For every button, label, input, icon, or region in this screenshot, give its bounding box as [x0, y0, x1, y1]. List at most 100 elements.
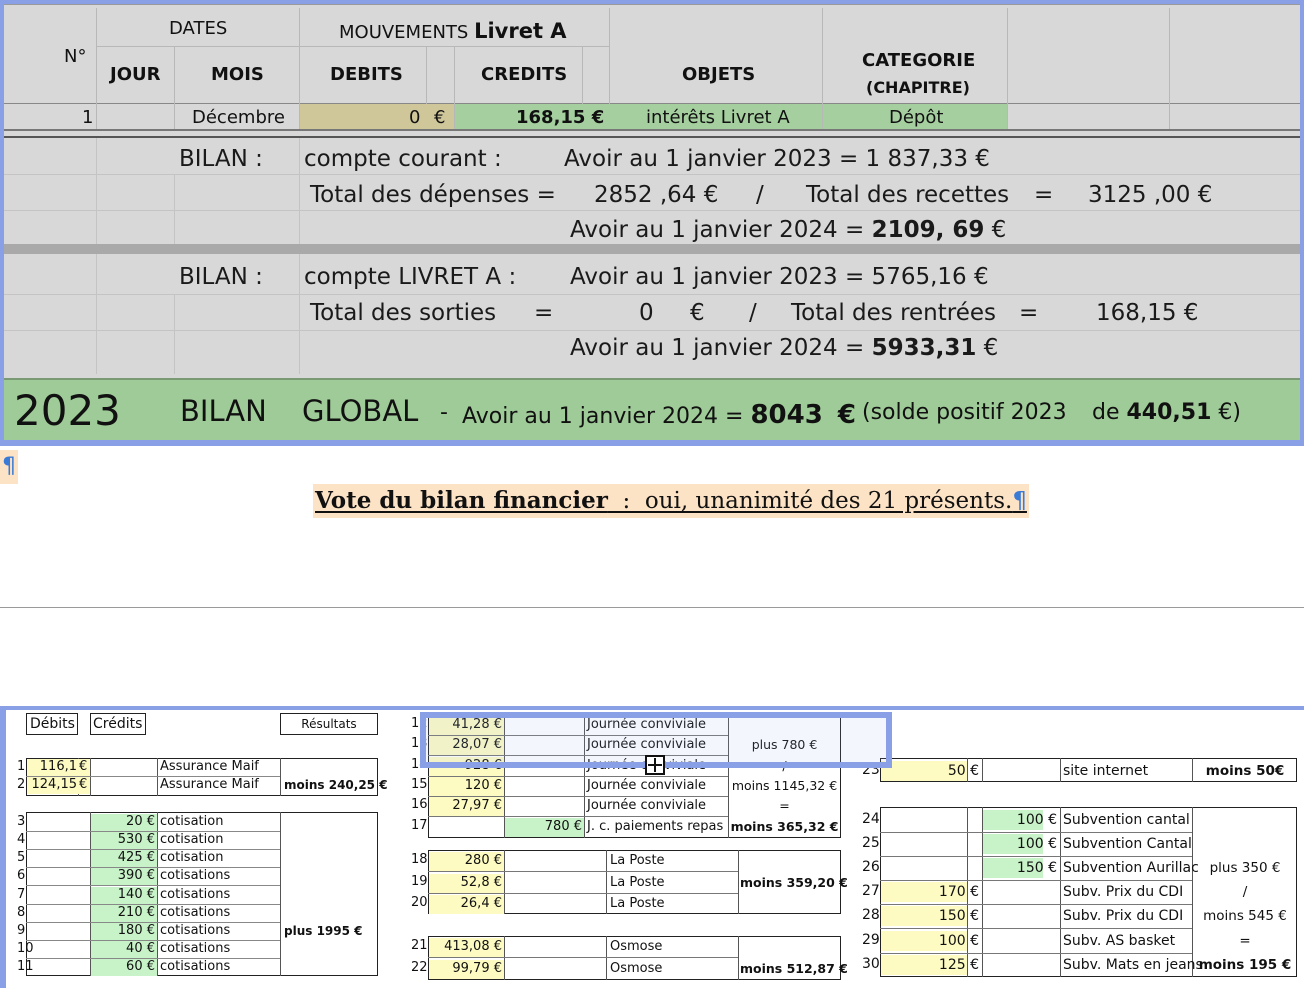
right-row-num: 28: [862, 907, 880, 923]
bilan-livret-label: BILAN :: [179, 264, 263, 290]
right-row-num: 26: [862, 859, 880, 875]
right-credit: 150 €: [1016, 860, 1057, 876]
left-debit: 116,1: [39, 759, 77, 774]
right-row-line: [880, 880, 1192, 881]
bilan-livret-sorties-value: 0: [639, 300, 654, 326]
debit-cell-bg: [300, 104, 454, 129]
spreadsheet-image-bilan: N° DATES MOUVEMENTS Livret A JOUR MOIS D…: [0, 0, 1304, 446]
middle-row-num: 19: [411, 874, 428, 889]
left-label: cotisation: [160, 814, 224, 829]
middle-label: La Poste: [610, 853, 665, 868]
middle-row-num: 21: [411, 938, 428, 953]
left-row-num: 5: [17, 850, 26, 865]
left-row-num: 2: [17, 777, 26, 792]
right-result: =: [1239, 933, 1251, 949]
middle-label: J. c. paiements repas: [587, 819, 724, 834]
left-result: moins 240,25 €: [284, 778, 388, 792]
left-credit: 530 €: [117, 832, 155, 847]
global-year: 2023: [14, 386, 121, 435]
left-row-num: 1: [17, 759, 26, 774]
right-row-num: 24: [862, 811, 880, 827]
bilan-global-band: 2023 BILAN GLOBAL - Avoir au 1 janvier 2…: [4, 378, 1300, 440]
row-categorie: Dépôt: [889, 107, 944, 128]
global-solde-de: de: [1092, 400, 1120, 425]
right-col-line: [982, 758, 983, 782]
right-result: moins 50€: [1205, 763, 1285, 779]
left-credit: 210 €: [117, 905, 155, 920]
bilan-courant-depenses-label: Total des dépenses =: [310, 182, 556, 208]
left-header-resultats: Résultats: [301, 717, 357, 731]
paragraph-mark: ¶: [0, 450, 18, 484]
header-mouvements: MOUVEMENTS Livret A: [339, 19, 567, 43]
middle-debit: 99,79 €: [452, 961, 502, 976]
right-credit: 100 €: [1016, 836, 1057, 852]
bilan-livret-slash: /: [749, 300, 757, 326]
left-col-line: [157, 812, 158, 976]
middle-label: Osmose: [610, 939, 663, 954]
bilan-livret-avoir-2024-prefix: Avoir au 1 janvier 2024 =: [570, 335, 865, 361]
global-avoir-prefix: Avoir au 1 janvier 2024 =: [462, 404, 744, 429]
middle-result: moins 365,32 €: [730, 819, 839, 834]
left-col-line: [157, 758, 158, 796]
right-row-num: 27: [862, 883, 880, 899]
bilan-courant-avoir-2024: Avoir au 1 janvier 2024 = 2109, 69 €: [570, 217, 1006, 243]
middle-result: moins 1145,32 €: [731, 778, 838, 793]
bilan-courant-recettes-value: 3125 ,00 €: [1088, 182, 1213, 208]
bilan-livret-rentrees-label: Total des rentrées: [791, 300, 997, 326]
bilan-courant-avoir-2024-prefix: Avoir au 1 janvier 2024 =: [570, 217, 865, 243]
global-avoir-value: 8043: [750, 400, 823, 430]
bilan-courant-recettes-label: Total des recettes: [806, 182, 1010, 208]
middle-debit: 27,97 €: [452, 798, 502, 813]
right-result: /: [1242, 884, 1248, 900]
middle-label: Journée conviviale: [587, 778, 707, 793]
left-credit: 60 €: [126, 959, 155, 974]
left-label: cotisation: [160, 832, 224, 847]
row-debit-currency: €: [434, 107, 446, 128]
middle-row-num: 22: [411, 960, 428, 975]
right-label: Subvention Cantal: [1063, 836, 1192, 852]
right-row-line: [880, 953, 1192, 954]
global-solde-prefix: (solde positif 2023: [862, 400, 1067, 425]
global-global: GLOBAL: [302, 394, 419, 428]
middle-row-num: 15: [411, 777, 428, 792]
header-jour: JOUR: [110, 64, 161, 85]
middle-label: La Poste: [610, 875, 665, 890]
left-col-line: [280, 812, 281, 976]
right-row-line: [880, 832, 1192, 833]
bilan-courant-slash: /: [756, 182, 764, 208]
row-num: 1: [82, 107, 94, 128]
global-avoir-cur: €: [837, 400, 856, 430]
left-row-num: 6: [17, 868, 26, 883]
global-solde: de 440,51 €): [1092, 400, 1241, 425]
left-credit: 390 €: [117, 868, 155, 883]
middle-col-line: [738, 850, 739, 914]
left-row-num: 4: [17, 832, 26, 847]
right-result: plus 350 €: [1209, 860, 1281, 876]
right-debit: 125 €: [938, 957, 979, 973]
left-label: cotisations: [160, 923, 231, 938]
middle-label: Journée conviviale: [587, 798, 707, 813]
right-result: moins 545 €: [1203, 908, 1287, 924]
global-dash: -: [440, 400, 448, 425]
left-label: cotisations: [160, 959, 231, 974]
right-label: Subv. Mats en jeans: [1063, 957, 1203, 973]
left-label: cotisation: [160, 850, 224, 865]
left-debit: 124,15: [31, 777, 78, 792]
left-col-line: [280, 758, 281, 796]
bilan-courant-avoir-2023: Avoir au 1 janvier 2023 = 1 837,33 €: [564, 146, 990, 172]
middle-col-line: [504, 850, 505, 914]
global-bilan: BILAN: [180, 394, 267, 428]
middle-col-line: [606, 936, 607, 980]
middle-row-line: [428, 893, 738, 894]
vote-paragraph[interactable]: Vote du bilan financier : oui, unanimité…: [313, 484, 1029, 518]
middle-debit: 52,8 €: [460, 875, 502, 890]
middle-result: =: [779, 798, 790, 813]
header-livret: Livret A: [474, 19, 567, 43]
left-row-num: 8: [17, 905, 26, 920]
right-debit: 170 €: [938, 884, 979, 900]
bilan-livret-avoir-2023: Avoir au 1 janvier 2023 = 5765,16 €: [570, 264, 989, 290]
right-label: Subv. AS basket: [1063, 933, 1176, 949]
left-col-line: [90, 758, 91, 796]
right-row-line: [880, 904, 1192, 905]
separator-band: [4, 244, 1300, 254]
